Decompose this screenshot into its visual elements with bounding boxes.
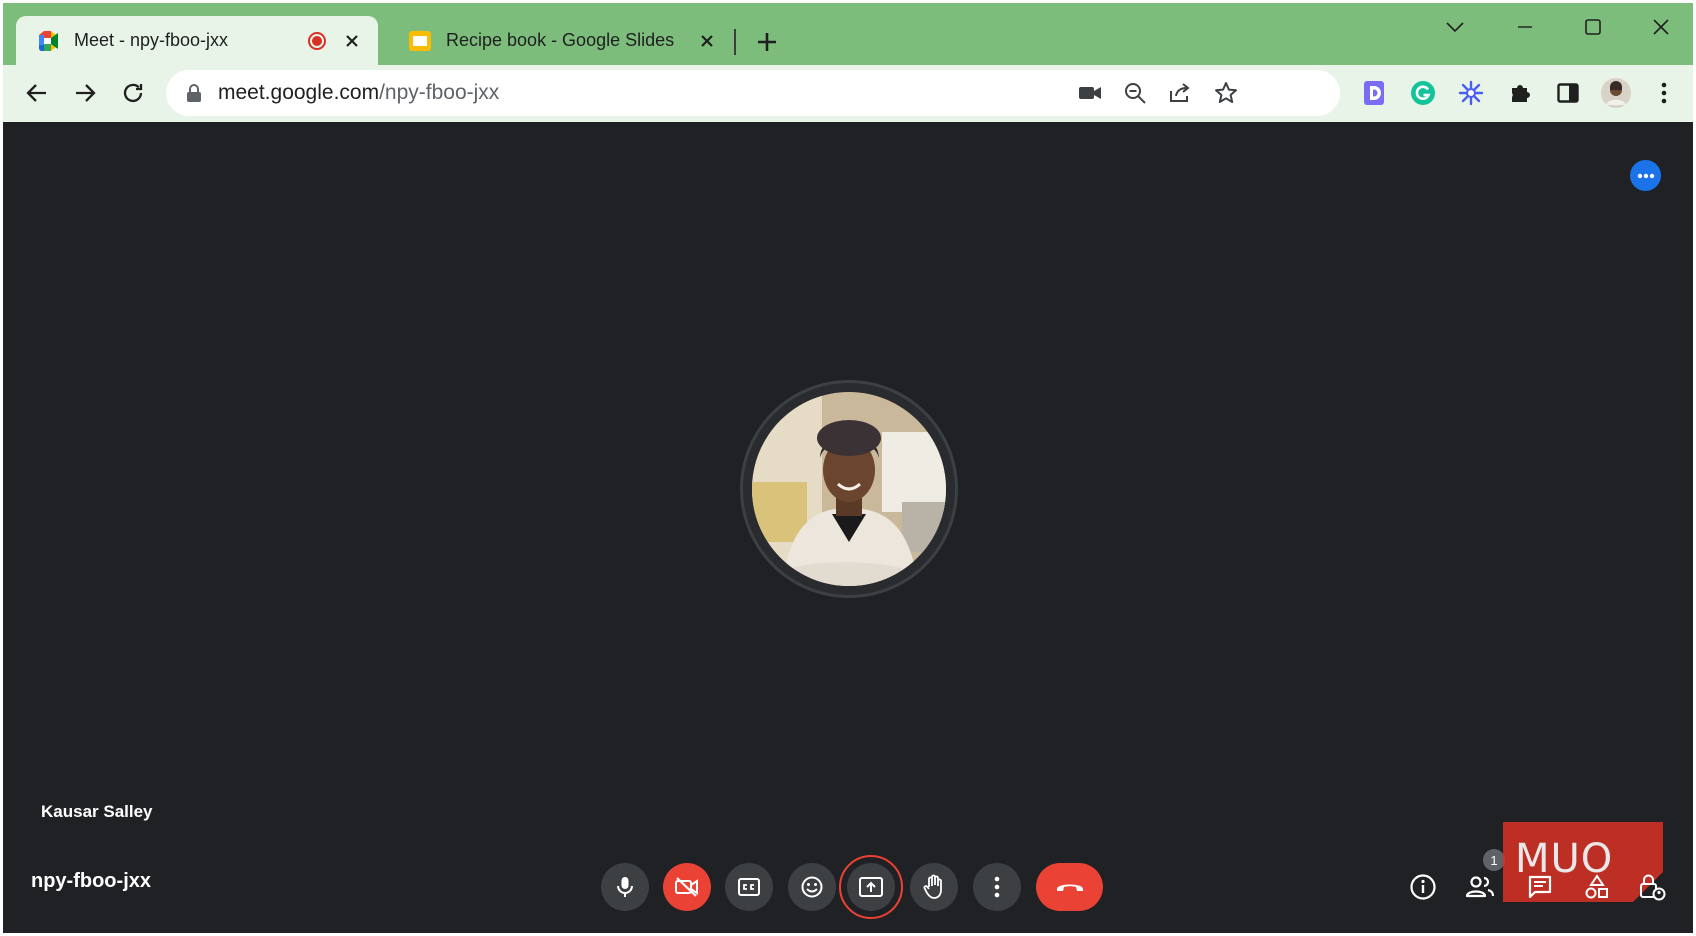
maximize-button[interactable] — [1573, 12, 1613, 42]
minimize-button[interactable] — [1505, 12, 1545, 42]
close-tab-icon[interactable] — [695, 29, 719, 53]
profile-avatar — [1601, 78, 1631, 108]
close-icon — [1653, 19, 1669, 35]
grammarly-icon — [1411, 81, 1435, 105]
maximize-icon — [1585, 19, 1601, 35]
back-button[interactable] — [19, 75, 55, 111]
recording-indicator-icon — [308, 31, 326, 50]
leave-call-button[interactable] — [1036, 863, 1103, 911]
minimize-icon — [1518, 26, 1532, 28]
close-window-button[interactable] — [1641, 12, 1681, 42]
chat-button[interactable] — [1520, 867, 1560, 907]
url-host: meet.google.com — [218, 81, 380, 104]
browser-window: Meet - npy-fboo-jxx Recipe book - Google… — [3, 3, 1693, 933]
activities-button[interactable] — [1577, 867, 1617, 907]
camera-in-use-button[interactable] — [1076, 79, 1104, 107]
profile-avatar-button[interactable] — [1599, 76, 1633, 110]
address-bar[interactable]: meet.google.com/npy-fboo-jxx — [166, 70, 1340, 116]
arrow-right-icon — [76, 84, 96, 102]
browser-menu-button[interactable] — [1649, 78, 1679, 108]
info-icon — [1410, 874, 1436, 900]
video-camera-off-icon — [675, 877, 698, 897]
arrow-left-icon — [26, 84, 46, 102]
people-button[interactable] — [1460, 867, 1500, 907]
participant-avatar-ring — [740, 380, 958, 598]
google-meet-icon — [39, 30, 58, 51]
more-vert-icon — [994, 876, 1000, 898]
raise-hand-button[interactable] — [910, 863, 958, 911]
tab-slides[interactable]: Recipe book - Google Slides — [388, 16, 733, 65]
participant-name: Kausar Salley — [41, 802, 153, 821]
tab-separator — [734, 29, 736, 55]
reactions-button[interactable] — [788, 863, 836, 911]
url-text: meet.google.com/npy-fboo-jxx — [218, 81, 499, 105]
people-count-badge: 1 — [1483, 849, 1505, 871]
microphone-icon — [617, 877, 633, 897]
extension-d-icon — [1364, 81, 1384, 105]
grammarly-button[interactable] — [1408, 78, 1438, 108]
present-screen-button[interactable] — [847, 863, 895, 911]
people-icon — [1465, 876, 1495, 898]
more-vert-icon — [1661, 82, 1667, 104]
star-icon — [1215, 82, 1237, 103]
reload-icon — [123, 83, 143, 103]
zoom-out-icon — [1125, 83, 1146, 104]
chat-icon — [1528, 875, 1552, 899]
host-controls-button[interactable] — [1632, 867, 1672, 907]
extensions-button[interactable] — [1505, 78, 1535, 108]
participant-avatar — [752, 392, 946, 586]
tab-meet[interactable]: Meet - npy-fboo-jxx — [16, 16, 378, 65]
emoji-icon — [801, 876, 823, 898]
video-camera-icon — [1079, 87, 1101, 99]
more-horiz-icon — [1637, 173, 1654, 178]
bookmark-button[interactable] — [1212, 79, 1240, 107]
side-panel-icon — [1557, 83, 1579, 103]
close-tab-icon[interactable] — [340, 29, 364, 53]
participant-photo — [752, 392, 946, 586]
camera-off-button[interactable] — [663, 863, 711, 911]
more-options-button[interactable] — [973, 863, 1021, 911]
meeting-code: npy-fboo-jxx — [31, 870, 151, 892]
share-button[interactable] — [1166, 79, 1194, 107]
tile-options-button[interactable] — [1630, 160, 1661, 191]
lock-person-icon — [1640, 874, 1666, 901]
google-slides-icon — [409, 30, 431, 51]
meet-stage: Kausar Salley npy-fboo-jxx 1 MUO — [3, 122, 1693, 933]
chevron-down-icon — [1446, 22, 1464, 33]
hand-icon — [923, 874, 942, 899]
lock-icon — [187, 84, 201, 102]
call-end-icon — [1056, 884, 1083, 891]
extension-d-button[interactable] — [1359, 78, 1389, 108]
plus-icon — [758, 33, 776, 51]
snowflake-extension-button[interactable] — [1456, 78, 1486, 108]
closed-captions-icon — [738, 878, 760, 896]
present-to-all-icon — [859, 877, 883, 897]
tab-strip: Meet - npy-fboo-jxx Recipe book - Google… — [3, 3, 1693, 65]
activities-icon — [1585, 874, 1608, 899]
puzzle-piece-icon — [1512, 85, 1530, 102]
tab-search-button[interactable] — [1435, 12, 1475, 42]
captions-button[interactable] — [725, 863, 773, 911]
url-path: /npy-fboo-jxx — [379, 81, 500, 104]
tab-title: Recipe book - Google Slides — [446, 30, 675, 50]
zoom-button[interactable] — [1121, 79, 1149, 107]
reload-button[interactable] — [115, 75, 151, 111]
new-tab-button[interactable] — [751, 26, 783, 58]
tab-title: Meet - npy-fboo-jxx — [74, 30, 229, 50]
side-panel-button[interactable] — [1553, 78, 1583, 108]
microphone-button[interactable] — [601, 863, 649, 911]
snowflake-icon — [1458, 80, 1484, 106]
forward-button[interactable] — [67, 75, 103, 111]
browser-toolbar: meet.google.com/npy-fboo-jxx — [3, 65, 1693, 122]
share-icon — [1170, 83, 1190, 102]
meeting-details-button[interactable] — [1403, 867, 1443, 907]
